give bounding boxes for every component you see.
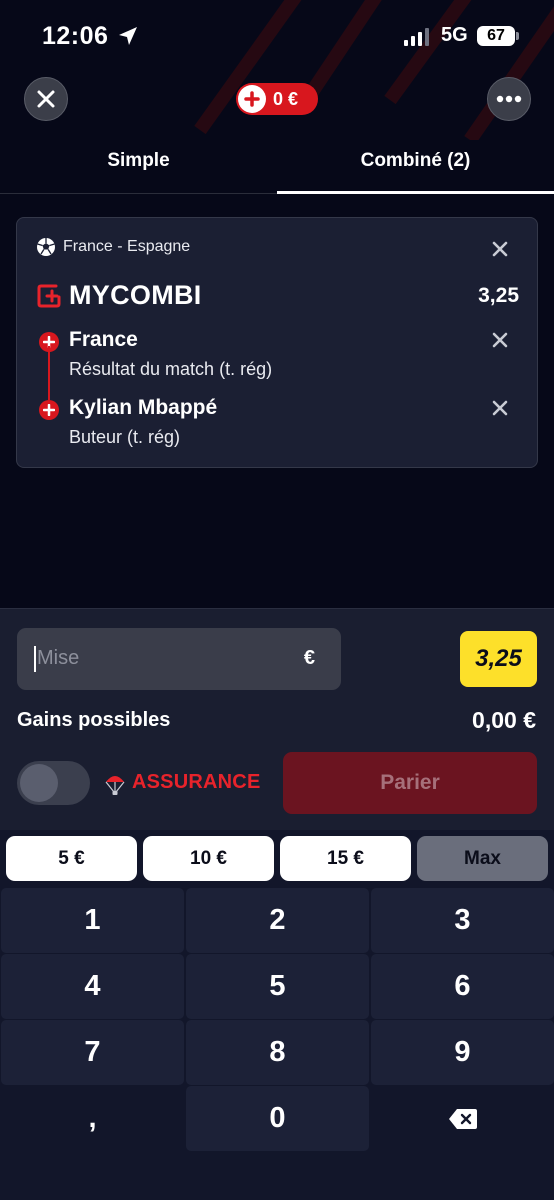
- active-tab-indicator: [277, 191, 554, 194]
- key-1[interactable]: 1: [1, 888, 184, 953]
- gains-label: Gains possibles: [17, 709, 171, 731]
- stake-input[interactable]: Mise €: [17, 628, 341, 690]
- status-time: 12:06: [42, 22, 109, 50]
- status-bar: 12:06 5G 67: [0, 0, 554, 72]
- key-2[interactable]: 2: [186, 888, 369, 953]
- selection-name: France: [69, 328, 138, 351]
- assurance-label[interactable]: ASSURANCE: [132, 771, 260, 794]
- currency-symbol: €: [303, 647, 315, 669]
- quick-amount-5[interactable]: 5 €: [6, 836, 137, 881]
- quick-amount-15[interactable]: 15 €: [280, 836, 411, 881]
- key-7[interactable]: 7: [1, 1020, 184, 1085]
- selection-plus-icon: [39, 400, 59, 420]
- close-icon: [37, 90, 55, 108]
- mycombi-logo-icon: [37, 284, 61, 308]
- stake-placeholder: Mise: [37, 647, 80, 669]
- balance-amount: 0 €: [273, 88, 299, 109]
- bet-card: France - Espagne MYCOMBI 3,25 France Rés…: [16, 217, 538, 468]
- more-options-button[interactable]: [487, 77, 531, 121]
- battery-cap: [516, 32, 519, 40]
- backspace-key[interactable]: [371, 1086, 554, 1151]
- location-arrow-icon: [119, 27, 137, 45]
- top-area: 12:06 5G 67 0 € Simple Combiné (2) Franc…: [0, 0, 554, 610]
- key-3[interactable]: 3: [371, 888, 554, 953]
- event-title: France - Espagne: [63, 238, 191, 255]
- bet-slip-panel: Mise € 3,25 Gains possibles 0,00 € ASSUR…: [0, 608, 554, 830]
- key-9[interactable]: 9: [371, 1020, 554, 1085]
- numeric-keypad: 5 € 10 € 15 € Max 1 2 3 4 5 6 7 8 9 , 0: [0, 830, 554, 1200]
- football-icon: [37, 238, 55, 256]
- gains-value: 0,00 €: [472, 707, 536, 733]
- battery-icon: 67: [477, 26, 515, 46]
- bet-type-tabs: Simple Combiné (2): [0, 130, 554, 194]
- combi-odds: 3,25: [478, 284, 519, 307]
- toggle-knob: [20, 764, 58, 802]
- key-8[interactable]: 8: [186, 1020, 369, 1085]
- signal-icon: [404, 28, 429, 46]
- network-type: 5G: [441, 24, 468, 46]
- tab-combine[interactable]: Combiné (2): [277, 150, 554, 172]
- tab-simple[interactable]: Simple: [0, 150, 277, 172]
- assurance-toggle[interactable]: [17, 761, 90, 805]
- close-button[interactable]: [24, 77, 68, 121]
- balance-badge[interactable]: 0 €: [236, 83, 318, 115]
- backspace-icon: [448, 1108, 477, 1129]
- key-comma[interactable]: ,: [1, 1086, 184, 1151]
- key-5[interactable]: 5: [186, 954, 369, 1019]
- remove-selection-icon[interactable]: [491, 331, 509, 349]
- quick-amount-10[interactable]: 10 €: [143, 836, 274, 881]
- key-4[interactable]: 4: [1, 954, 184, 1019]
- selection-market: Buteur (t. rég): [69, 427, 181, 447]
- selection-connector: [48, 346, 50, 400]
- quick-amount-max[interactable]: Max: [417, 836, 548, 881]
- total-odds-badge: 3,25: [460, 631, 537, 687]
- text-caret: [34, 646, 36, 672]
- remove-selection-icon[interactable]: [491, 399, 509, 417]
- selection-name: Kylian Mbappé: [69, 396, 218, 419]
- place-bet-button[interactable]: Parier: [283, 752, 537, 814]
- parachute-icon: [105, 776, 125, 795]
- remove-event-icon[interactable]: [491, 240, 509, 258]
- combi-title: MYCOMBI: [69, 280, 202, 310]
- key-6[interactable]: 6: [371, 954, 554, 1019]
- more-icon: [496, 95, 522, 103]
- key-0[interactable]: 0: [186, 1086, 369, 1151]
- add-funds-icon: [238, 85, 266, 113]
- selection-market: Résultat du match (t. rég): [69, 359, 273, 379]
